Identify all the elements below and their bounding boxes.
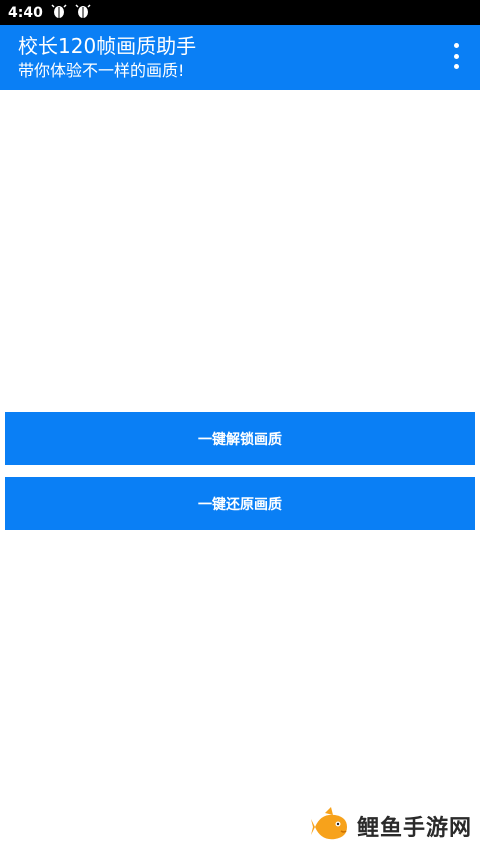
status-time: 4:40 [8, 4, 43, 21]
watermark: 鲤鱼手游网 [310, 807, 472, 845]
menu-dot [453, 43, 459, 48]
app-screen: 4:40 校长120帧画质助手 带你体验不一样的画质! 一键解锁画质 一键还原画… [0, 0, 480, 853]
fish-logo-icon [310, 807, 351, 845]
overflow-menu-icon[interactable] [444, 43, 468, 69]
watermark-text: 鲤鱼手游网 [356, 816, 472, 841]
menu-dot [453, 64, 459, 69]
unlock-quality-button[interactable]: 一键解锁画质 [5, 412, 475, 465]
app-title: 校长120帧画质助手 [18, 34, 197, 58]
menu-dot [453, 53, 459, 59]
restore-quality-button[interactable]: 一键还原画质 [5, 477, 475, 530]
bug-icon [51, 3, 67, 23]
status-bar: 4:40 [0, 0, 480, 25]
app-subtitle: 带你体验不一样的画质! [18, 61, 185, 80]
bug-icon [75, 3, 91, 23]
app-bar: 校长120帧画质助手 带你体验不一样的画质! [0, 25, 480, 90]
